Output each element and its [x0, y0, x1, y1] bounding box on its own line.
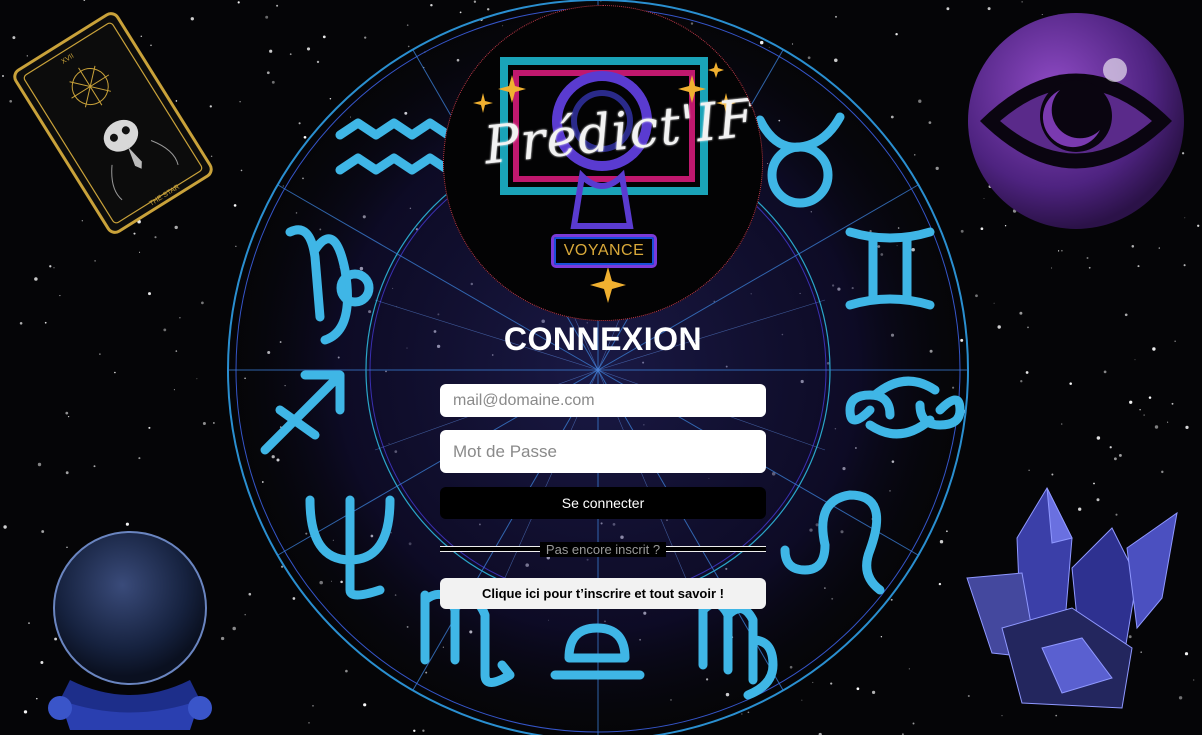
star [1148, 396, 1152, 399]
star [1051, 473, 1054, 476]
signup-button[interactable]: Clique ici pour t’inscrire et tout savoi… [440, 578, 766, 609]
star [19, 322, 23, 325]
star [59, 295, 61, 297]
star [993, 302, 995, 304]
star [163, 328, 167, 332]
star [37, 462, 42, 467]
star [148, 292, 151, 296]
star [1113, 457, 1117, 461]
star [83, 0, 86, 1]
star [1124, 313, 1128, 317]
signup-divider: Pas encore inscrit ? [440, 540, 767, 558]
star [1051, 267, 1053, 269]
star [1061, 249, 1063, 252]
star [49, 265, 52, 268]
star [1137, 265, 1140, 268]
star [1139, 409, 1141, 411]
star [94, 259, 97, 262]
star [23, 710, 28, 714]
star [99, 353, 101, 355]
crystal-ball-icon [48, 531, 212, 730]
star [34, 277, 38, 281]
star [1060, 423, 1063, 425]
star [1193, 679, 1195, 681]
brand-logo: Prédict'IF VOYANCE [443, 5, 763, 321]
star [114, 371, 116, 374]
divider-line [666, 546, 767, 552]
star [213, 422, 215, 424]
star [1027, 326, 1029, 329]
tarot-card-icon: XVII THE STAR [13, 12, 213, 234]
star [1152, 347, 1156, 351]
star [65, 471, 69, 475]
star [1020, 380, 1023, 383]
star [138, 457, 141, 460]
star [1185, 425, 1189, 430]
star [1184, 652, 1189, 656]
evil-eye-icon [968, 13, 1184, 229]
star [1019, 311, 1023, 315]
divider-label: Pas encore inscrit ? [539, 541, 667, 557]
star [1131, 245, 1135, 248]
star [1086, 257, 1089, 259]
star [1025, 371, 1029, 374]
star [67, 415, 70, 418]
star [1158, 247, 1160, 249]
email-field[interactable] [440, 384, 766, 417]
divider-line [440, 546, 540, 552]
crystal-cluster-icon [966, 486, 1178, 709]
star [1129, 400, 1133, 404]
star [148, 426, 151, 429]
star [975, 294, 978, 298]
star [997, 325, 1001, 329]
brand-badge: VOYANCE [551, 234, 657, 268]
star [1118, 453, 1122, 457]
star [93, 465, 96, 468]
star [1183, 264, 1186, 267]
star [1174, 340, 1176, 342]
star [53, 267, 55, 269]
star [1197, 224, 1200, 227]
star [1103, 370, 1107, 374]
star [173, 389, 175, 391]
password-field[interactable] [440, 430, 766, 473]
star [44, 321, 47, 324]
login-page: Prédict'IF VOYANCE CONNEXION Se connecte… [0, 0, 1202, 735]
star [1069, 382, 1072, 385]
star [1109, 446, 1112, 449]
star [179, 317, 181, 319]
star [1143, 414, 1145, 416]
star [1096, 436, 1101, 440]
star [201, 301, 204, 305]
star [1167, 421, 1169, 423]
star [1134, 359, 1136, 361]
star [202, 421, 206, 426]
star [36, 697, 38, 700]
star [139, 251, 141, 253]
star [196, 378, 198, 380]
star [1161, 470, 1164, 474]
star [125, 522, 129, 526]
star [3, 525, 7, 529]
star [1058, 250, 1060, 252]
star [1171, 402, 1174, 405]
star [65, 411, 69, 415]
login-button[interactable]: Se connecter [440, 487, 766, 519]
star [1028, 469, 1030, 471]
star [2, 75, 4, 77]
star [1154, 425, 1159, 429]
star [1088, 266, 1091, 269]
star [1021, 1, 1023, 3]
star [175, 350, 178, 352]
page-title: CONNEXION [503, 321, 703, 357]
star [28, 622, 30, 624]
